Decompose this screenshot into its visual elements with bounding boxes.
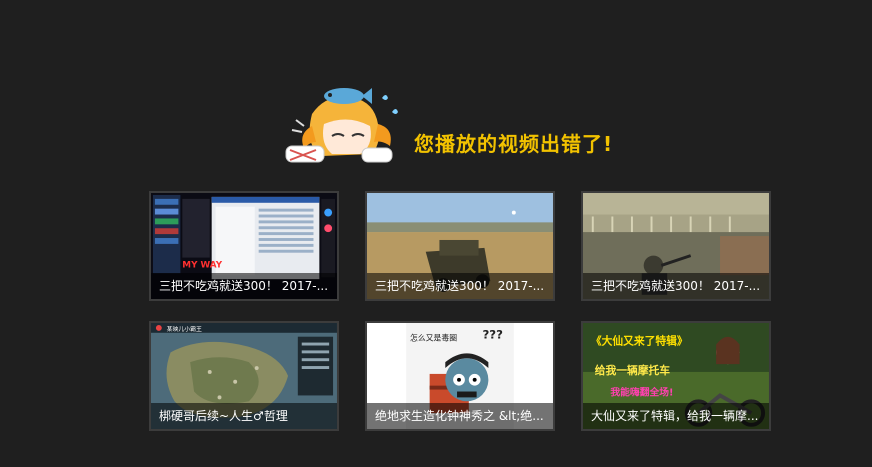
video-card[interactable]: 某映儿小霸王 梆硬哥后续~人生♂哲理 [149, 321, 339, 431]
video-card-title: 三把不吃鸡就送300！ 2017-... [367, 273, 553, 299]
video-card[interactable]: 三把不吃鸡就送300！ 2017-... [365, 191, 555, 301]
error-message: 您播放的视频出错了! [414, 132, 614, 156]
svg-text:给我一辆摩托车: 给我一辆摩托车 [595, 364, 670, 377]
video-card[interactable]: MY WAY 三把不吃鸡就送300！ 2017-... [149, 191, 339, 301]
error-banner: 您播放的视频出错了! [282, 84, 662, 170]
recommended-videos-grid: MY WAY 三把不吃鸡就送300！ 2017-... 三把不吃鸡就送300！ … [149, 191, 775, 436]
video-card-title: 大仙又来了特辑，给我一辆摩... [583, 403, 769, 429]
video-card-title: 三把不吃鸡就送300！ 2017-... [583, 273, 769, 299]
video-card[interactable]: 怎么又是毒圈 ??? 绝地求生造化钟神秀之 &lt;绝... [365, 321, 555, 431]
video-card-title: 三把不吃鸡就送300！ 2017-... [151, 273, 337, 299]
svg-text:???: ??? [482, 328, 503, 342]
svg-text:怎么又是毒圈: 怎么又是毒圈 [410, 333, 457, 343]
svg-text:我能嗨翻全场!: 我能嗨翻全场! [610, 385, 673, 398]
video-card-title: 梆硬哥后续~人生♂哲理 [151, 403, 337, 429]
svg-text:《大仙又来了特辑》: 《大仙又来了特辑》 [591, 335, 688, 348]
video-card[interactable]: 三把不吃鸡就送300！ 2017-... [581, 191, 771, 301]
svg-text:MY WAY: MY WAY [182, 260, 222, 270]
svg-text:某映儿小霸王: 某映儿小霸王 [167, 325, 202, 333]
video-card[interactable]: 《大仙又来了特辑》 给我一辆摩托车 我能嗨翻全场! 大仙又来了特辑，给我一辆摩.… [581, 321, 771, 431]
video-card-title: 绝地求生造化钟神秀之 &lt;绝... [367, 403, 553, 429]
mascot-illustration [285, 88, 398, 163]
